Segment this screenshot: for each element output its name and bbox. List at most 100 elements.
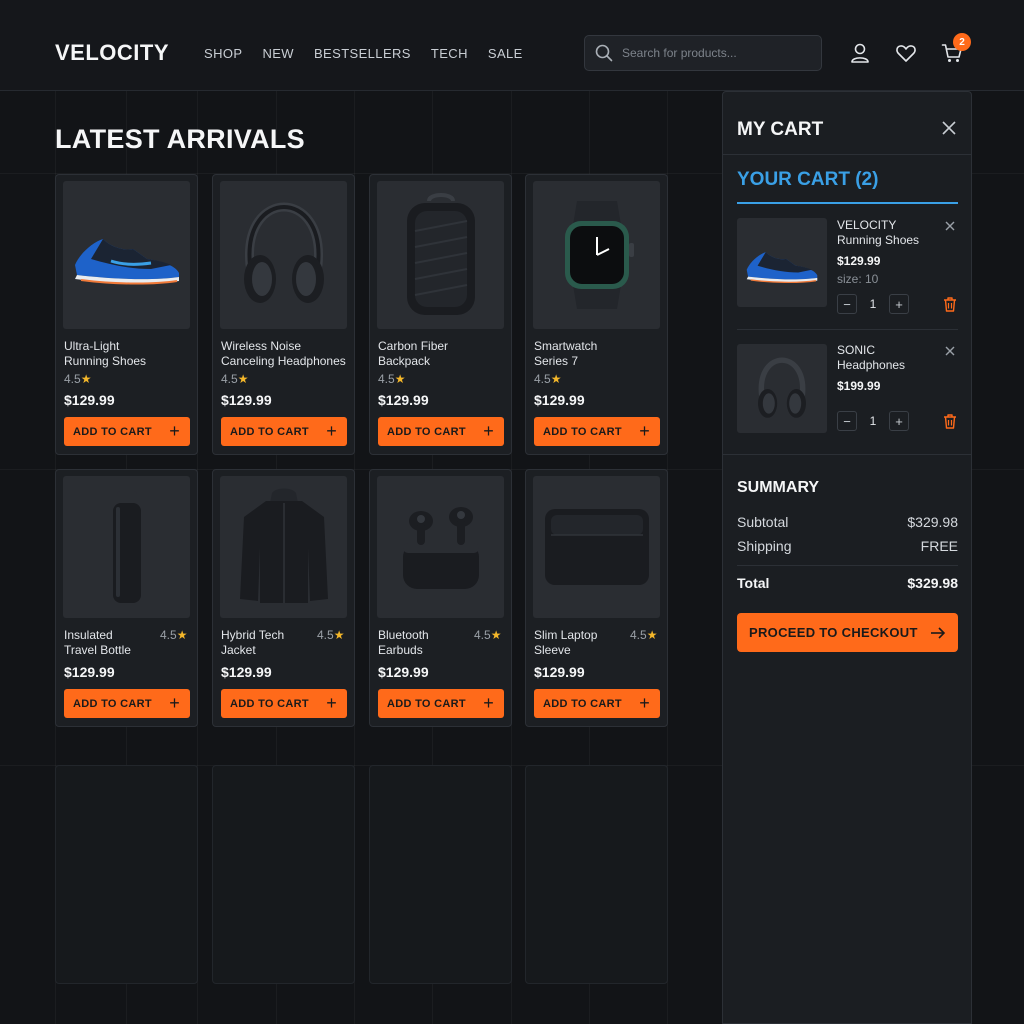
- heart-icon[interactable]: [895, 42, 917, 64]
- shoe-icon: [74, 239, 179, 285]
- add-to-cart-button[interactable]: ADD TO CART +: [221, 417, 347, 446]
- cart-item-image[interactable]: [737, 218, 827, 307]
- product-name[interactable]: Bluetooth Earbuds: [378, 628, 429, 658]
- quantity-value: 1: [869, 414, 877, 428]
- product-card[interactable]: Bluetooth Earbuds 4.5★ $129.99 ADD TO CAR…: [369, 469, 512, 727]
- quantity-stepper: − 1 +: [837, 294, 909, 314]
- add-to-cart-button[interactable]: ADD TO CART +: [378, 689, 504, 718]
- product-card[interactable]: Carbon Fiber Backpack 4.5★ $129.99 ADD TO…: [369, 174, 512, 455]
- decrease-qty-button[interactable]: −: [837, 294, 857, 314]
- product-card[interactable]: Wireless Noise Canceling Headphones 4.5★ …: [212, 174, 355, 455]
- cart-count-badge: 2: [953, 33, 971, 51]
- star-icon: ★: [490, 628, 502, 642]
- cart-item-image[interactable]: [737, 344, 827, 433]
- product-name[interactable]: Hybrid Tech Jacket: [221, 628, 284, 658]
- jacket-icon: [239, 488, 328, 603]
- add-to-cart-button[interactable]: ADD TO CART +: [221, 689, 347, 718]
- product-name[interactable]: Smartwatch Series 7: [534, 339, 597, 369]
- nav-bestsellers[interactable]: BESTSELLERS: [314, 46, 411, 61]
- increase-qty-button[interactable]: +: [889, 294, 909, 314]
- product-price: $129.99: [221, 392, 272, 408]
- star-icon: ★: [646, 628, 658, 642]
- remove-item-icon[interactable]: [944, 220, 956, 232]
- increase-qty-button[interactable]: +: [889, 411, 909, 431]
- cart-item-size: size: 10: [837, 272, 879, 286]
- product-image[interactable]: [63, 181, 190, 329]
- product-image[interactable]: [533, 181, 660, 329]
- plus-icon: +: [169, 693, 180, 713]
- main-nav: SHOP NEW BESTSELLERS TECH SALE: [204, 46, 543, 61]
- divider: [723, 154, 971, 155]
- product-card[interactable]: Insulated Travel Bottle 4.5★ $129.99 ADD …: [55, 469, 198, 727]
- add-to-cart-button[interactable]: ADD TO CART +: [378, 417, 504, 446]
- search-input[interactable]: [622, 46, 812, 60]
- divider: [737, 329, 958, 330]
- plus-icon: +: [169, 421, 180, 441]
- product-card[interactable]: Hybrid Tech Jacket 4.5★ $129.99 ADD TO CA…: [212, 469, 355, 727]
- add-to-cart-button[interactable]: ADD TO CART +: [64, 417, 190, 446]
- product-name[interactable]: Carbon Fiber Backpack: [378, 339, 448, 369]
- product-card[interactable]: Smartwatch Series 7 4.5★ $129.99 ADD TO C…: [525, 174, 668, 455]
- divider: [737, 565, 958, 566]
- product-price: $129.99: [534, 392, 585, 408]
- star-icon: ★: [80, 372, 92, 386]
- product-image[interactable]: [377, 476, 504, 618]
- product-rating: 4.5★: [64, 372, 92, 386]
- nav-shop[interactable]: SHOP: [204, 46, 242, 61]
- add-to-cart-button[interactable]: ADD TO CART +: [534, 417, 660, 446]
- product-image[interactable]: [220, 181, 347, 329]
- brand-logo[interactable]: VELOCITY: [55, 40, 169, 66]
- cart-subtitle: YOUR CART (2): [737, 169, 879, 190]
- shipping-value: FREE: [920, 538, 958, 554]
- cart-item-price: $129.99: [837, 254, 881, 268]
- product-name[interactable]: Ultra-Light Running Shoes: [64, 339, 146, 369]
- star-icon: ★: [333, 628, 345, 642]
- trash-icon[interactable]: [942, 296, 958, 312]
- close-icon[interactable]: [940, 119, 958, 137]
- product-rating: 4.5★: [317, 628, 345, 642]
- product-price: $129.99: [378, 664, 429, 680]
- cart-item-name[interactable]: VELOCITY Running Shoes: [837, 218, 919, 248]
- product-image[interactable]: [533, 476, 660, 618]
- product-rating: 4.5★: [160, 628, 188, 642]
- plus-icon: +: [326, 693, 337, 713]
- product-name[interactable]: Wireless Noise Canceling Headphones: [221, 339, 346, 369]
- product-rating: 4.5★: [474, 628, 502, 642]
- subtotal-value: $329.98: [907, 514, 958, 530]
- placeholder-card: [525, 765, 668, 984]
- decrease-qty-button[interactable]: −: [837, 411, 857, 431]
- product-price: $129.99: [378, 392, 429, 408]
- cart-item-price: $199.99: [837, 379, 881, 393]
- product-image[interactable]: [63, 476, 190, 618]
- checkout-button[interactable]: PROCEED TO CHECKOUT: [737, 613, 958, 652]
- top-header: VELOCITY SHOP NEW BESTSELLERS TECH SALE …: [0, 0, 1024, 91]
- placeholder-card: [55, 765, 198, 984]
- product-card[interactable]: Ultra-Light Running Shoes 4.5★ $129.99 AD…: [55, 174, 198, 455]
- add-to-cart-button[interactable]: ADD TO CART +: [534, 689, 660, 718]
- product-image[interactable]: [220, 476, 347, 618]
- nav-sale[interactable]: SALE: [488, 46, 523, 61]
- product-price: $129.99: [221, 664, 272, 680]
- search-bar: [584, 35, 822, 71]
- user-icon[interactable]: [849, 42, 871, 64]
- subtitle-underline: [737, 202, 958, 204]
- product-image[interactable]: [377, 181, 504, 329]
- star-icon: ★: [176, 628, 188, 642]
- page-title: LATEST ARRIVALS: [55, 124, 305, 154]
- nav-tech[interactable]: TECH: [431, 46, 468, 61]
- placeholder-card: [369, 765, 512, 984]
- product-price: $129.99: [64, 392, 115, 408]
- quantity-stepper: − 1 +: [837, 411, 909, 431]
- divider: [723, 454, 971, 455]
- trash-icon[interactable]: [942, 413, 958, 429]
- cart-item-name[interactable]: SONIC Headphones: [837, 343, 905, 373]
- backpack-icon: [406, 193, 475, 315]
- nav-new[interactable]: NEW: [262, 46, 294, 61]
- plus-icon: +: [326, 421, 337, 441]
- remove-item-icon[interactable]: [944, 345, 956, 357]
- search-icon: [595, 44, 613, 62]
- product-card[interactable]: Slim Laptop Sleeve 4.5★ $129.99 ADD TO CA…: [525, 469, 668, 727]
- add-to-cart-button[interactable]: ADD TO CART +: [64, 689, 190, 718]
- product-name[interactable]: Slim Laptop Sleeve: [534, 628, 597, 658]
- product-name[interactable]: Insulated Travel Bottle: [64, 628, 131, 658]
